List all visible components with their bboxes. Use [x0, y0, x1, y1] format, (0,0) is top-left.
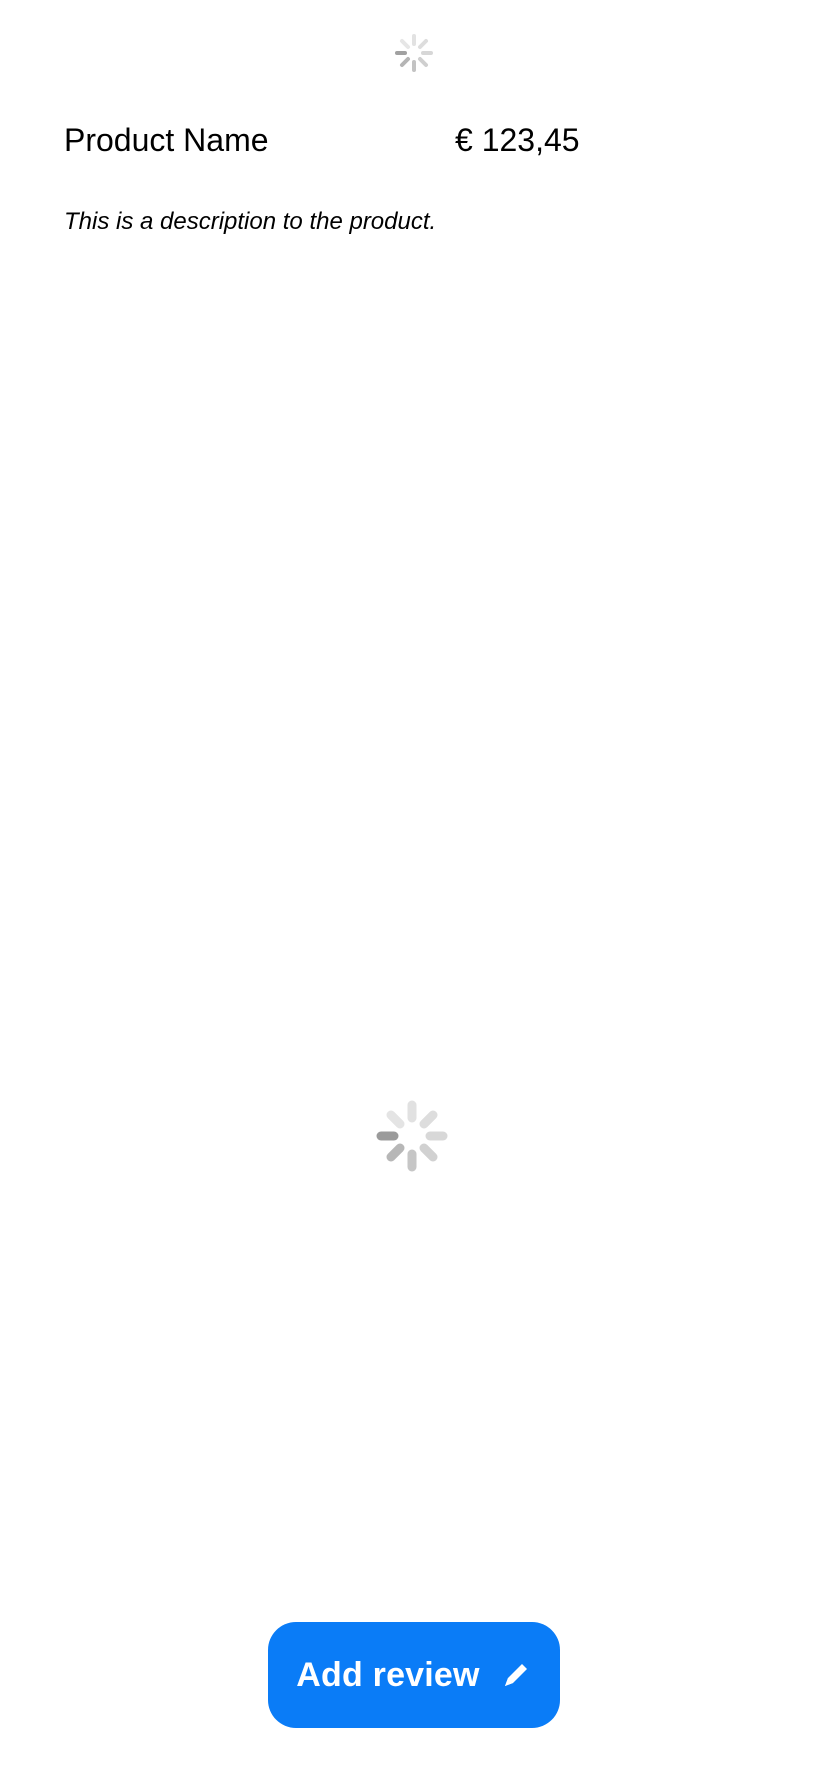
product-header: Product Name € 123,45 — [64, 118, 764, 162]
product-description: This is a description to the product. — [64, 208, 437, 235]
loading-spinner-top — [393, 32, 435, 74]
add-review-label: Add review — [296, 1656, 480, 1694]
loading-spinner-icon — [395, 34, 433, 72]
product-name: Product Name — [64, 122, 269, 158]
add-review-button[interactable]: Add review — [268, 1622, 560, 1728]
loading-spinner-icon — [376, 1100, 448, 1172]
product-price: € 123,45 — [455, 122, 580, 158]
pencil-icon — [504, 1664, 527, 1686]
loading-spinner-main — [374, 1098, 450, 1174]
